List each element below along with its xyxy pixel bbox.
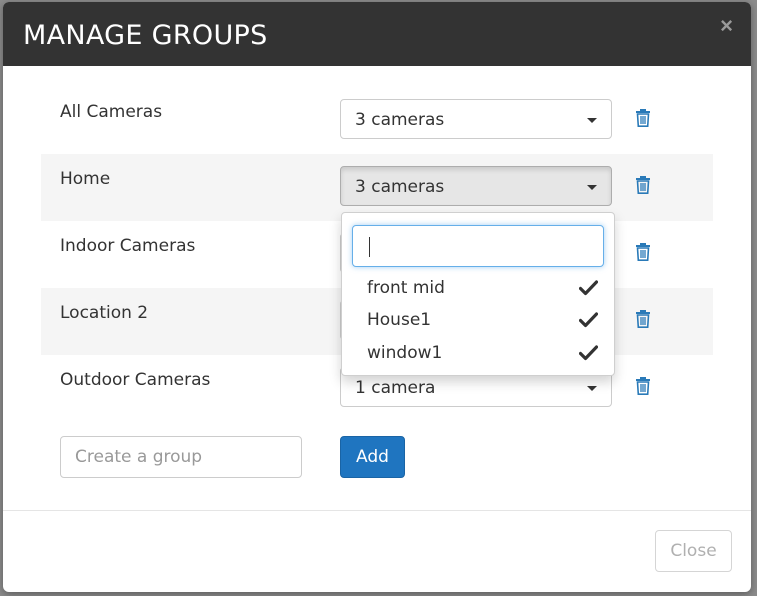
create-group-input[interactable] bbox=[60, 436, 302, 478]
group-name: Indoor Cameras bbox=[60, 236, 196, 256]
group-name: Outdoor Cameras bbox=[60, 370, 211, 390]
modal-header: MANAGE GROUPS × bbox=[3, 2, 751, 66]
checkmark-icon bbox=[579, 312, 598, 328]
dropdown-item-label: front mid bbox=[367, 278, 445, 298]
dropdown-item-front-mid[interactable]: front mid bbox=[342, 273, 614, 305]
dropdown-item-label: window1 bbox=[367, 343, 443, 363]
dropdown-search-input[interactable] bbox=[352, 225, 604, 267]
group-name: Location 2 bbox=[60, 303, 149, 323]
group-name: All Cameras bbox=[60, 102, 163, 122]
select-value: 1 camera bbox=[355, 378, 436, 398]
group-row-home: Home 3 cameras bbox=[41, 154, 713, 221]
caret-down-icon bbox=[587, 386, 597, 391]
text-cursor bbox=[369, 237, 370, 257]
caret-down-icon bbox=[587, 118, 597, 123]
trash-icon[interactable] bbox=[635, 109, 651, 127]
trash-icon[interactable] bbox=[635, 176, 651, 194]
trash-icon[interactable] bbox=[635, 243, 651, 261]
trash-icon[interactable] bbox=[635, 377, 651, 395]
camera-select[interactable]: 3 cameras bbox=[340, 166, 612, 206]
select-value: 3 cameras bbox=[355, 110, 445, 130]
dropdown-item-house1[interactable]: House1 bbox=[342, 305, 614, 337]
dropdown-item-label: House1 bbox=[367, 310, 432, 330]
checkmark-icon bbox=[579, 345, 598, 361]
close-icon[interactable]: × bbox=[720, 15, 733, 37]
caret-down-icon bbox=[587, 185, 597, 190]
camera-dropdown-menu: front mid House1 window1 bbox=[341, 212, 615, 376]
group-name: Home bbox=[60, 169, 111, 189]
camera-select[interactable]: 3 cameras bbox=[340, 99, 612, 139]
add-group-button[interactable]: Add bbox=[340, 436, 405, 478]
footer-divider bbox=[3, 510, 751, 511]
dropdown-item-window1[interactable]: window1 bbox=[342, 338, 614, 370]
checkmark-icon bbox=[579, 280, 598, 296]
select-value: 3 cameras bbox=[355, 177, 445, 197]
trash-icon[interactable] bbox=[635, 310, 651, 328]
manage-groups-modal: MANAGE GROUPS × All Cameras 3 cameras Ho… bbox=[3, 2, 751, 592]
close-button[interactable]: Close bbox=[655, 530, 732, 572]
modal-title: MANAGE GROUPS bbox=[23, 20, 268, 51]
group-row-all-cameras: All Cameras 3 cameras bbox=[41, 87, 713, 154]
